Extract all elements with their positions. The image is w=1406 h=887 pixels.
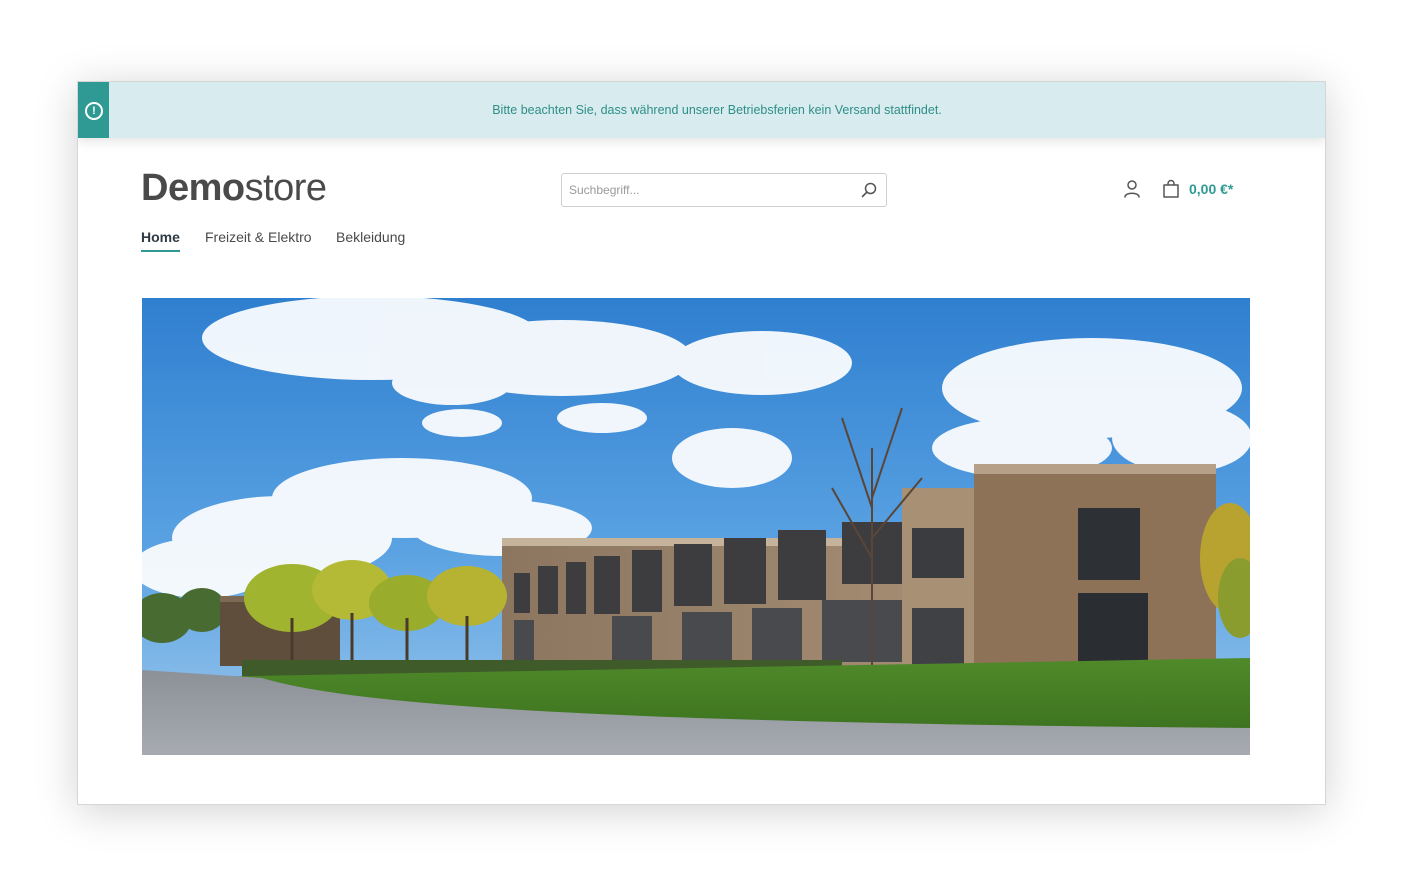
info-circle-icon: ! <box>85 102 103 120</box>
notice-icon-box: ! <box>78 82 109 138</box>
hero-banner-image[interactable] <box>142 298 1250 755</box>
nav-item-home[interactable]: Home <box>141 228 180 252</box>
logo-light-text: store <box>244 167 327 209</box>
browser-window: ! Bitte beachten Sie, dass während unser… <box>77 81 1326 805</box>
notice-text: Bitte beachten Sie, dass während unserer… <box>492 103 942 117</box>
search-box <box>561 173 887 207</box>
hero-building-illustration <box>142 298 1250 755</box>
logo-bold-text: Demo <box>141 167 245 209</box>
account-icon[interactable] <box>1123 179 1141 199</box>
nav-item-freizeit-elektro[interactable]: Freizeit & Elektro <box>205 228 312 246</box>
nav-item-bekleidung[interactable]: Bekleidung <box>336 228 405 246</box>
cart-icon[interactable] <box>1161 179 1181 199</box>
store-logo[interactable]: Demostore <box>141 168 327 208</box>
notice-bar: ! Bitte beachten Sie, dass während unser… <box>78 82 1325 138</box>
cart-total[interactable]: 0,00 €* <box>1189 180 1233 198</box>
search-icon[interactable] <box>860 181 878 199</box>
search-input[interactable] <box>562 174 849 206</box>
